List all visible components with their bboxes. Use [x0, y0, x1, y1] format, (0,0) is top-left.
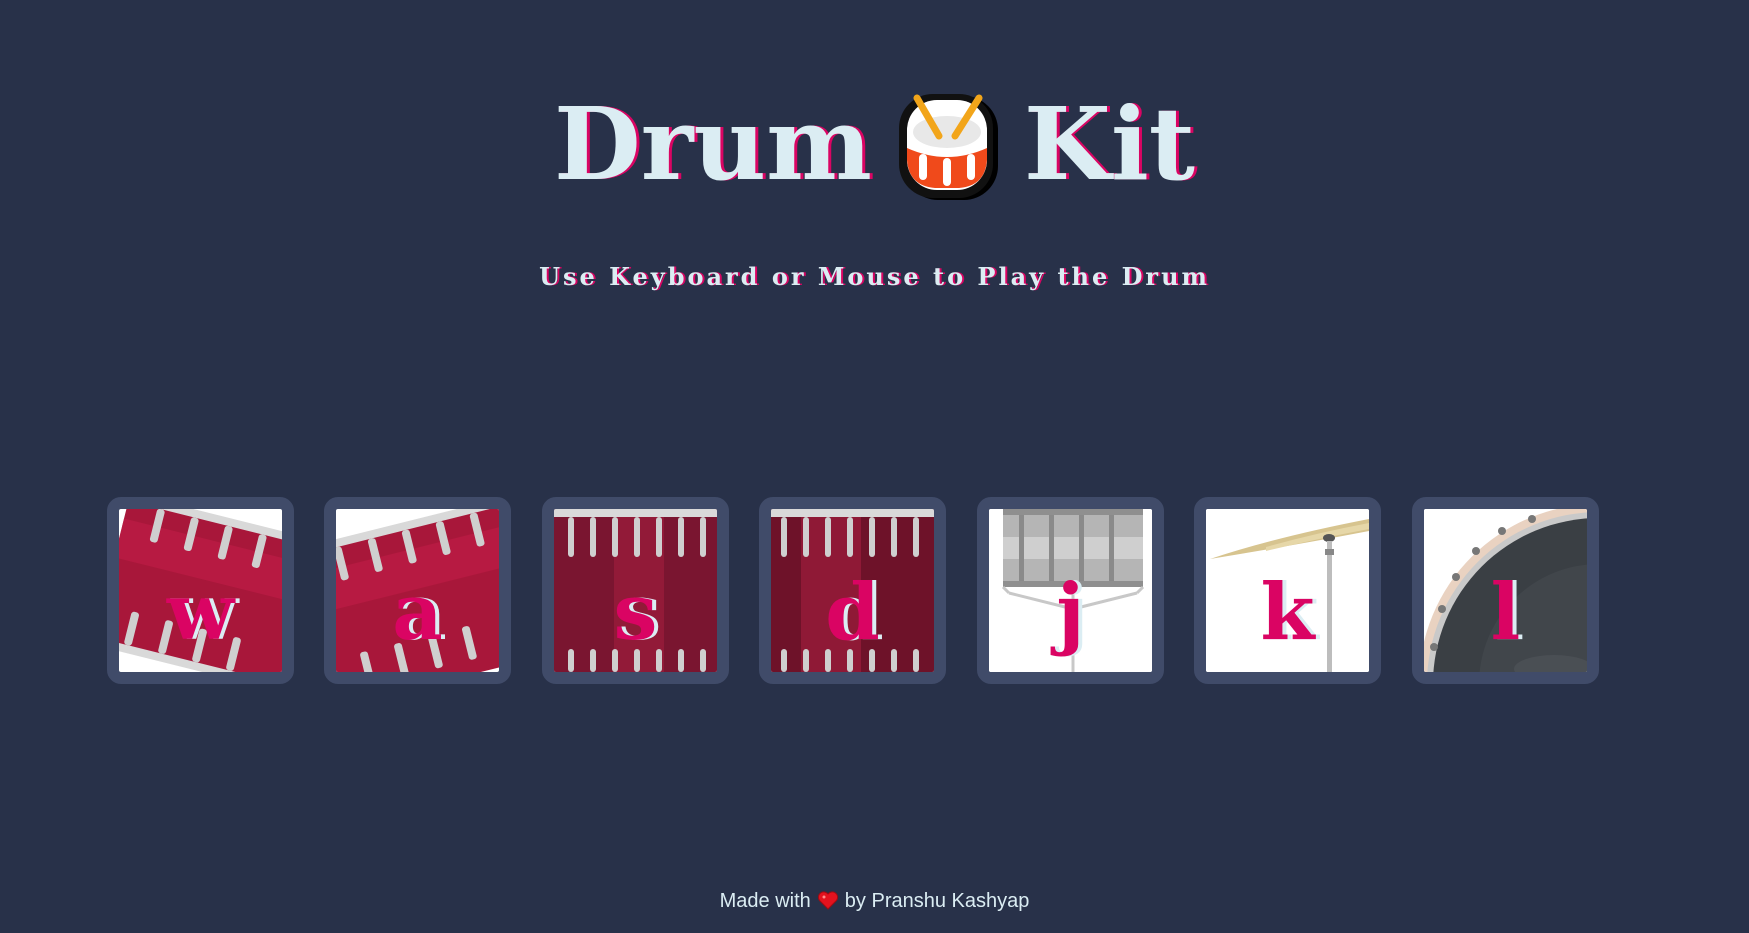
drum-pad-a[interactable]: a — [324, 497, 511, 684]
page-title: Drum Kit — [0, 70, 1749, 209]
pad-key-label: d — [825, 567, 880, 658]
pad-key-label: k — [1260, 567, 1315, 658]
drum-icon — [898, 94, 998, 201]
title-kit: Kit — [1023, 85, 1195, 204]
footer-credit: by Pranshu Kashyap — [844, 890, 1030, 912]
pad-key-label: a — [392, 567, 443, 658]
pad-key-label: s — [613, 567, 658, 658]
title-drum: Drum — [553, 85, 872, 204]
pad-key-label: w — [166, 567, 235, 658]
heart-icon — [817, 891, 838, 910]
pad-key-label: j — [1056, 567, 1085, 658]
drum-pad-l[interactable]: l — [1412, 497, 1599, 684]
drum-pad-s[interactable]: s — [542, 497, 729, 684]
drum-pad-k[interactable]: k — [1194, 497, 1381, 684]
drum-pad-j[interactable]: j — [977, 497, 1164, 684]
pad-key-label: l — [1490, 567, 1521, 658]
footer: Made with by Pranshu Kashyap — [0, 890, 1749, 913]
subtitle: Use Keyboard or Mouse to Play the Drum — [539, 262, 1210, 291]
drum-pad-d[interactable]: d — [759, 497, 946, 684]
footer-prefix: Made with — [719, 890, 811, 912]
drum-pad-w[interactable]: w — [107, 497, 294, 684]
